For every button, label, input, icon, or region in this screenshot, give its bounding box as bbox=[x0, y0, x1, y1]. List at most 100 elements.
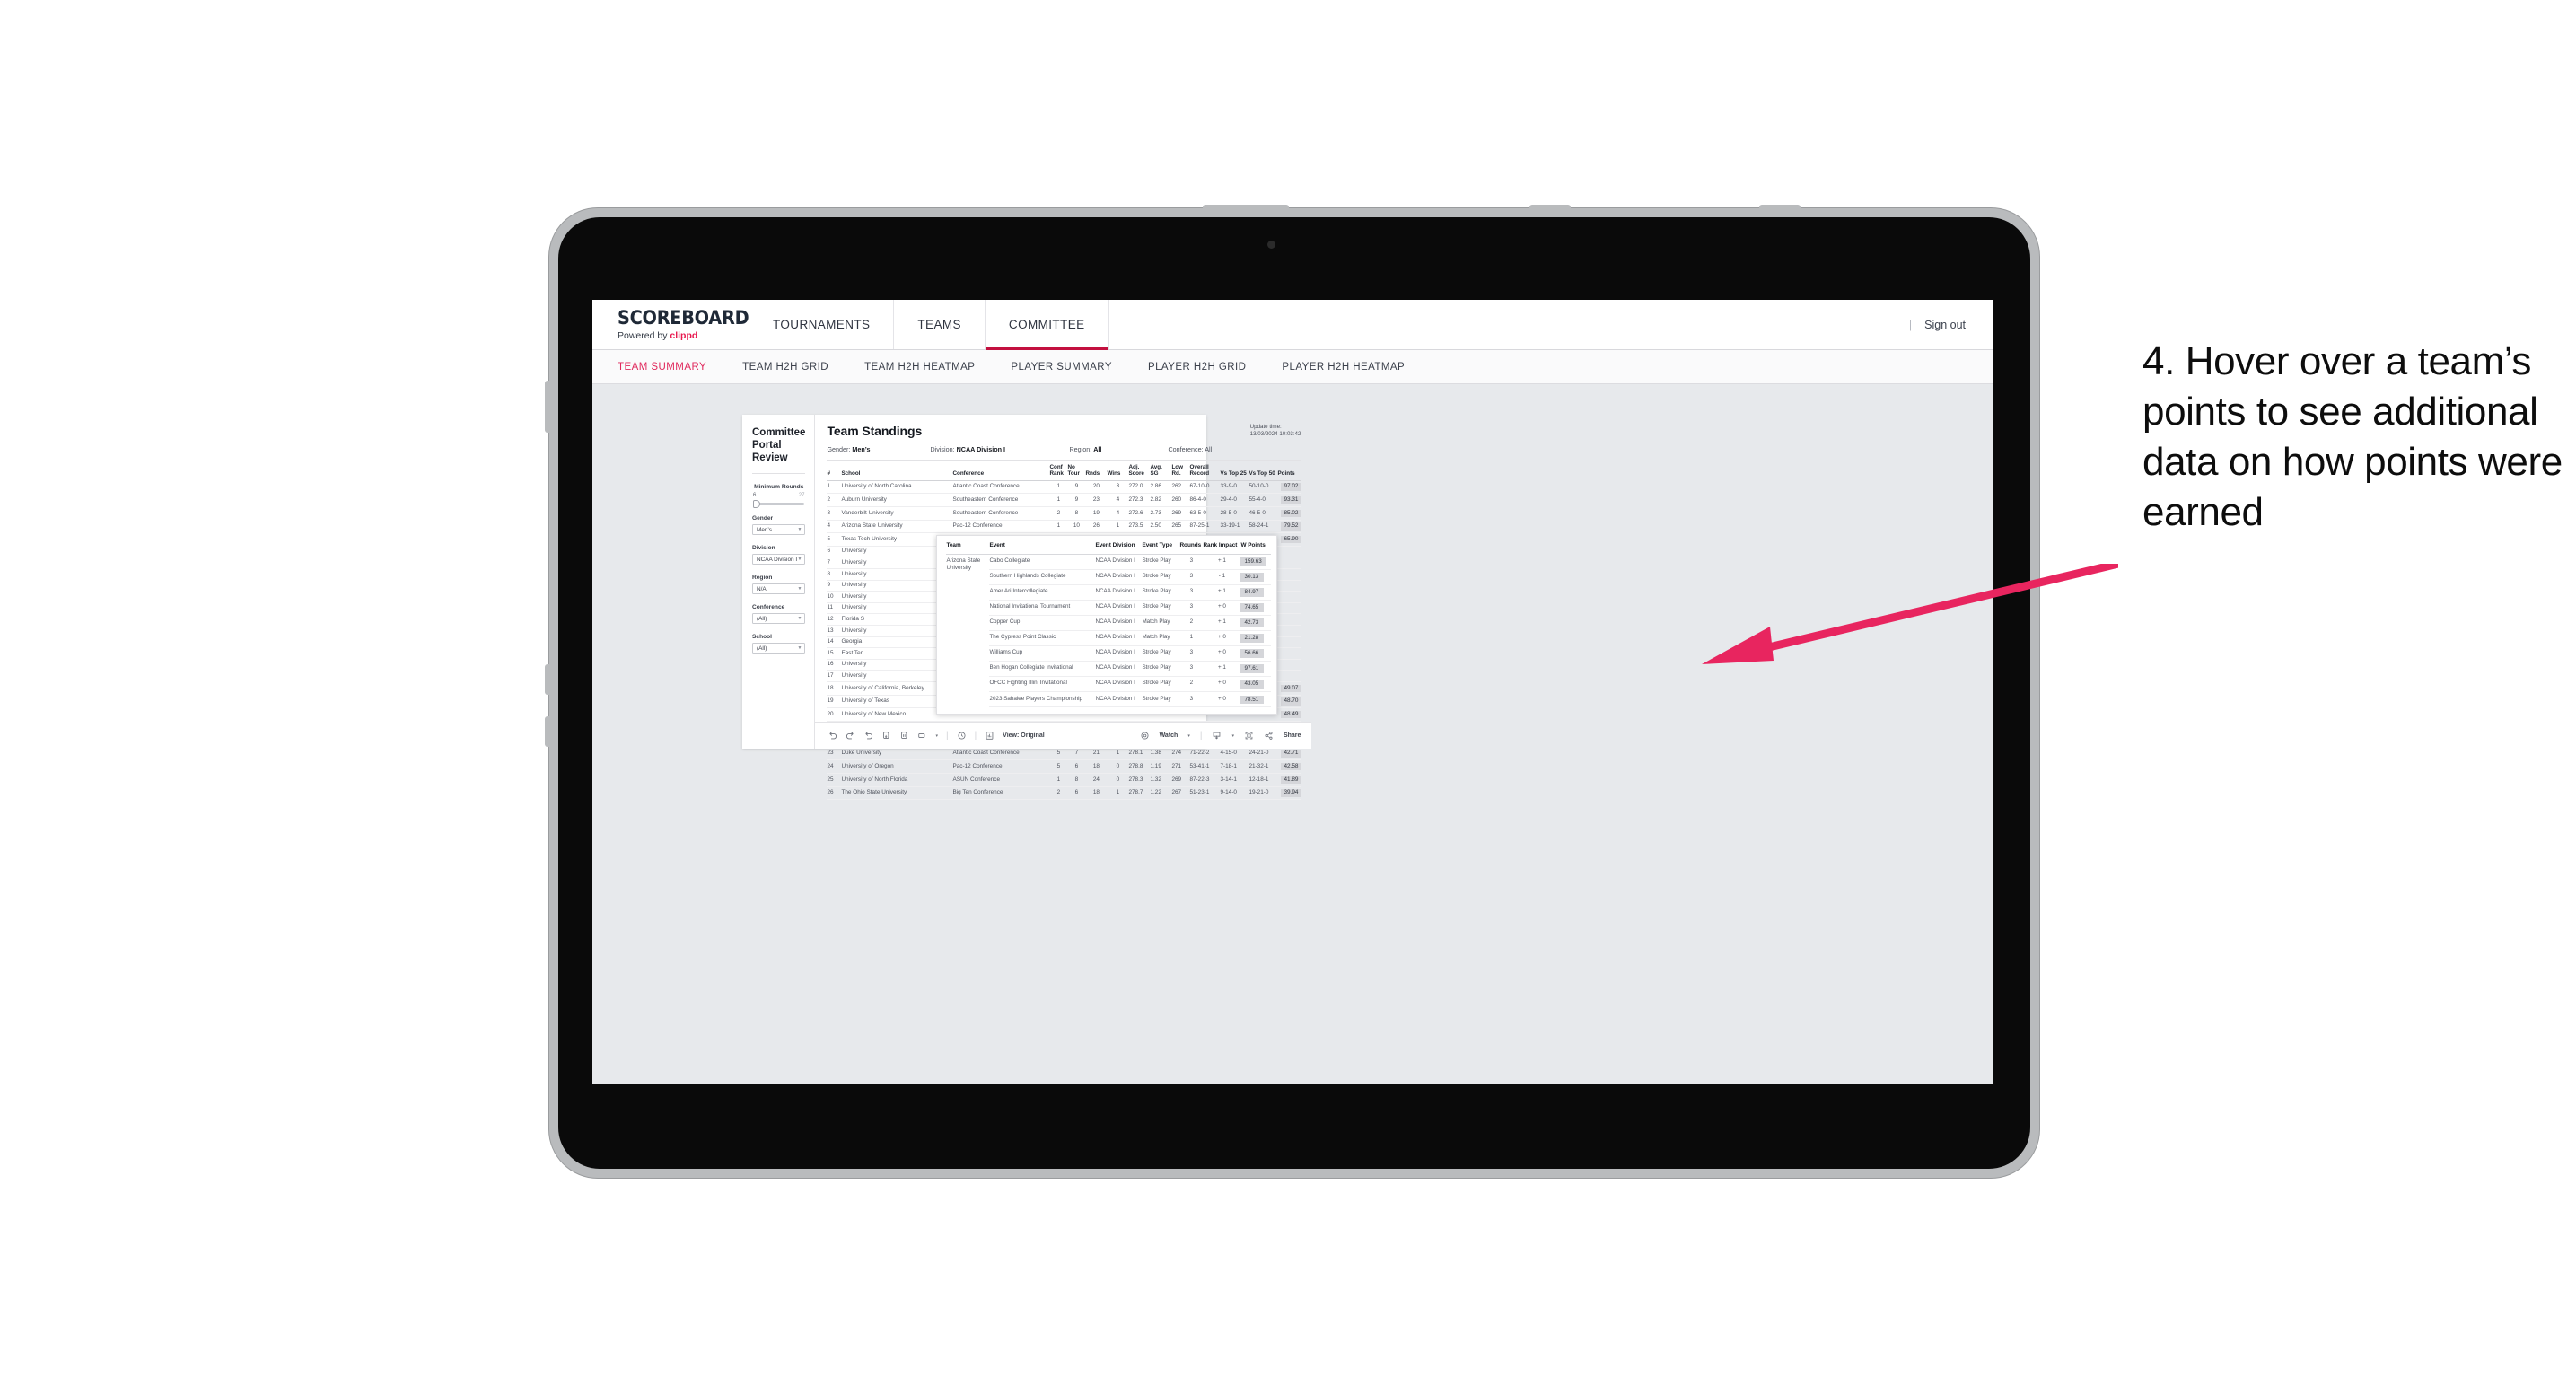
gender-select[interactable]: Men’s ▼ bbox=[752, 524, 806, 536]
points-badge[interactable]: 85.02 bbox=[1281, 509, 1301, 517]
minimum-rounds-slider[interactable] bbox=[753, 500, 805, 509]
col-header-points[interactable]: Points bbox=[1277, 460, 1301, 481]
region-select[interactable]: N/A ▼ bbox=[752, 583, 806, 595]
side-button-3[interactable] bbox=[545, 716, 552, 747]
points-badge[interactable]: 41.89 bbox=[1281, 776, 1301, 785]
nav-tab-teams[interactable]: TEAMS bbox=[894, 300, 986, 349]
subnav-tab-player-h2h-heatmap[interactable]: PLAYER H2H HEATMAP bbox=[1282, 362, 1405, 373]
table-row[interactable]: 1 University of North Carolina Atlantic Co… bbox=[827, 480, 1301, 495]
chevron-down-icon[interactable]: ▾ bbox=[1187, 733, 1190, 739]
table-cell[interactable]: 42.71 bbox=[1277, 747, 1301, 761]
nav-tab-committee[interactable]: COMMITTEE bbox=[985, 300, 1109, 350]
table-cell[interactable] bbox=[1277, 670, 1301, 682]
col-header-low-rd[interactable]: Low Rd. bbox=[1171, 460, 1190, 481]
table-row[interactable]: 2 Auburn University Southeastern Conferenc… bbox=[827, 493, 1301, 507]
side-button-1[interactable] bbox=[545, 381, 552, 433]
col-header-rank[interactable]: # bbox=[827, 460, 842, 481]
chevron-down-icon[interactable]: ▾ bbox=[935, 733, 938, 739]
rectangle-select-icon[interactable] bbox=[917, 731, 927, 741]
table-cell[interactable]: 48.70 bbox=[1277, 695, 1301, 709]
col-header-conf-rank[interactable]: Conf Rank bbox=[1049, 460, 1068, 481]
table-cell[interactable]: 48.49 bbox=[1277, 707, 1301, 722]
col-header-vs-top-25[interactable]: Vs Top 25 bbox=[1220, 460, 1249, 481]
table-cell[interactable] bbox=[1277, 625, 1301, 637]
redo-icon[interactable] bbox=[846, 731, 855, 741]
subnav-tab-player-h2h-grid[interactable]: PLAYER H2H GRID bbox=[1148, 362, 1246, 373]
sign-out-link[interactable]: Sign out bbox=[1924, 319, 1966, 331]
table-cell[interactable]: 41.89 bbox=[1277, 773, 1301, 787]
school-select[interactable]: (All) ▼ bbox=[752, 643, 806, 654]
watch-eye-icon[interactable] bbox=[1140, 731, 1150, 741]
table-cell[interactable]: 49.07 bbox=[1277, 681, 1301, 696]
points-badge[interactable]: 42.58 bbox=[1281, 763, 1301, 771]
slider-handle[interactable] bbox=[753, 500, 760, 509]
table-cell[interactable]: 79.52 bbox=[1277, 520, 1301, 534]
table-row[interactable]: 23 Duke University Atlantic Coast Conferen… bbox=[827, 747, 1301, 761]
points-badge[interactable]: 79.52 bbox=[1281, 522, 1301, 531]
brand-logo[interactable]: SCOREBOARD Powered by clippd bbox=[592, 300, 749, 349]
table-row[interactable]: 4 Arizona State University Pac-12 Conferen… bbox=[827, 520, 1301, 534]
table-cell[interactable]: 93.31 bbox=[1277, 493, 1301, 507]
col-header-adj-score[interactable]: Adj. Score bbox=[1128, 460, 1151, 481]
history-icon[interactable] bbox=[957, 731, 967, 741]
table-row[interactable]: 3 Vanderbilt University Southeastern Confe… bbox=[827, 506, 1301, 521]
nav-tab-tournaments[interactable]: TOURNAMENTS bbox=[749, 300, 895, 349]
points-badge[interactable]: 65.90 bbox=[1281, 535, 1301, 544]
side-button-2[interactable] bbox=[545, 664, 552, 695]
view-original-icon[interactable] bbox=[985, 731, 994, 741]
volume-up-button[interactable] bbox=[1529, 205, 1571, 212]
table-cell[interactable]: 85.02 bbox=[1277, 506, 1301, 521]
table-cell[interactable] bbox=[1277, 636, 1301, 649]
table-cell[interactable]: 39.94 bbox=[1277, 786, 1301, 801]
table-cell[interactable] bbox=[1277, 602, 1301, 615]
table-row[interactable]: 24 University of Oregon Pac-12 Conference 5… bbox=[827, 759, 1301, 775]
table-cell[interactable]: 65.90 bbox=[1277, 532, 1301, 547]
points-badge[interactable]: 42.71 bbox=[1281, 750, 1301, 758]
col-header-rnds[interactable]: Rnds bbox=[1085, 460, 1108, 481]
points-badge[interactable]: 48.49 bbox=[1281, 710, 1301, 719]
pause-updates-icon[interactable] bbox=[899, 731, 909, 741]
table-cell[interactable] bbox=[1277, 580, 1301, 592]
download-icon[interactable] bbox=[1212, 731, 1222, 741]
points-badge[interactable]: 39.94 bbox=[1281, 789, 1301, 797]
table-cell[interactable] bbox=[1277, 659, 1301, 671]
table-cell[interactable] bbox=[1277, 546, 1301, 558]
points-badge[interactable]: 48.70 bbox=[1281, 697, 1301, 706]
view-original-label[interactable]: View: Original bbox=[1003, 732, 1045, 739]
share-icon[interactable] bbox=[1264, 731, 1274, 741]
subnav-tab-team-h2h-grid[interactable]: TEAM H2H GRID bbox=[742, 362, 828, 373]
undo-icon[interactable] bbox=[828, 731, 837, 741]
watch-label[interactable]: Watch bbox=[1160, 732, 1178, 739]
division-select[interactable]: NCAA Division I ▼ bbox=[752, 554, 806, 566]
col-header-avg-sg[interactable]: Avg. SG bbox=[1150, 460, 1172, 481]
points-badge[interactable]: 49.07 bbox=[1281, 684, 1301, 692]
col-header-vs-top-50[interactable]: Vs Top 50 bbox=[1249, 460, 1278, 481]
table-cell[interactable] bbox=[1277, 591, 1301, 603]
share-label[interactable]: Share bbox=[1284, 732, 1301, 739]
col-header-wins[interactable]: Wins bbox=[1107, 460, 1129, 481]
subnav-tab-team-h2h-heatmap[interactable]: TEAM H2H HEATMAP bbox=[864, 362, 975, 373]
subnav-tab-team-summary[interactable]: TEAM SUMMARY bbox=[618, 362, 706, 373]
table-row[interactable]: 26 The Ohio State University Big Ten Confe… bbox=[827, 786, 1301, 801]
table-cell[interactable]: 42.58 bbox=[1277, 759, 1301, 775]
chevron-down-icon[interactable]: ▾ bbox=[1231, 733, 1234, 739]
table-cell[interactable]: 97.02 bbox=[1277, 480, 1301, 495]
power-button[interactable] bbox=[1203, 205, 1289, 212]
table-cell[interactable] bbox=[1277, 557, 1301, 569]
table-cell[interactable] bbox=[1277, 568, 1301, 581]
refresh-data-icon[interactable] bbox=[881, 731, 891, 741]
subnav-tab-player-summary[interactable]: PLAYER SUMMARY bbox=[1011, 362, 1112, 373]
fullscreen-icon[interactable] bbox=[1244, 731, 1254, 741]
conference-select[interactable]: (All) ▼ bbox=[752, 613, 806, 625]
col-header-school[interactable]: School bbox=[841, 460, 953, 481]
points-badge[interactable]: 97.02 bbox=[1281, 483, 1301, 491]
points-badge[interactable]: 93.31 bbox=[1281, 496, 1301, 504]
revert-icon[interactable] bbox=[863, 731, 873, 741]
table-cell[interactable] bbox=[1277, 647, 1301, 660]
col-header-conference[interactable]: Conference bbox=[952, 460, 1050, 481]
table-cell[interactable] bbox=[1277, 613, 1301, 626]
volume-down-button[interactable] bbox=[1759, 205, 1801, 212]
table-row[interactable]: 25 University of North Florida ASUN Confer… bbox=[827, 773, 1301, 787]
col-header-overall-record[interactable]: Overall Record bbox=[1189, 460, 1221, 481]
col-header-no-tour[interactable]: No Tour bbox=[1067, 460, 1086, 481]
